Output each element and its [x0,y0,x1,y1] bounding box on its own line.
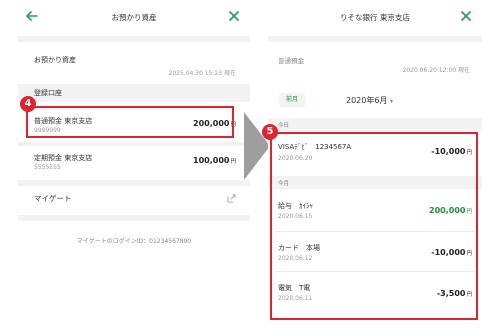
account-amount: 100,000円 [193,156,236,165]
asset-screen: お預かり資産 お預かり資産 2025.04.30 15:23 現在 登録口座 普… [18,0,250,333]
page-title: お預かり資産 [111,13,157,22]
registered-accounts-header: 登録口座 [18,84,250,102]
timestamp: 2025.04.30 15:23 現在 [168,70,236,77]
today-label: 今日 [278,123,290,129]
transactions-screen: りそな銀行 東京支店 普通預金 2020.06.20 12:00 現在 前月 2… [262,0,482,333]
prev-month-button[interactable]: 前月 [279,93,305,107]
step-badge: 4 [20,96,36,112]
login-id-text: マイゲートのログインID：01234567890 [76,238,192,245]
section-title: お預かり資産 [34,56,76,64]
close-icon[interactable] [226,8,242,24]
asset-header: お預かり資産 [18,0,250,36]
transactions-header: りそな銀行 東京支店 [268,0,482,36]
divider [18,215,250,221]
step-badge: 5 [262,124,278,140]
account-number: 5555555 [34,164,61,171]
month-label: 2020年6月 [346,96,388,105]
month-selector[interactable]: 2020年6月 ▾ [346,95,393,106]
highlight-box [270,132,478,320]
external-link-icon [227,194,236,203]
account-name: 定期預金 東京支店 [34,154,93,162]
account-type: 普通預金 [278,57,304,65]
section-header-today: 今日 [268,118,482,131]
registered-label: 登録口座 [34,89,62,97]
divider [18,180,250,186]
highlight-box [26,106,234,138]
page-title: りそな銀行 東京支店 [340,13,410,22]
mygate-label: マイゲート [34,194,72,203]
divider [268,36,482,42]
divider [18,36,250,42]
divider [18,142,250,146]
transition-arrow-icon [244,112,270,180]
chevron-down-icon: ▾ [390,98,394,105]
timestamp: 2020.06.20 12:00 現在 [402,67,470,74]
close-icon[interactable] [458,8,474,24]
